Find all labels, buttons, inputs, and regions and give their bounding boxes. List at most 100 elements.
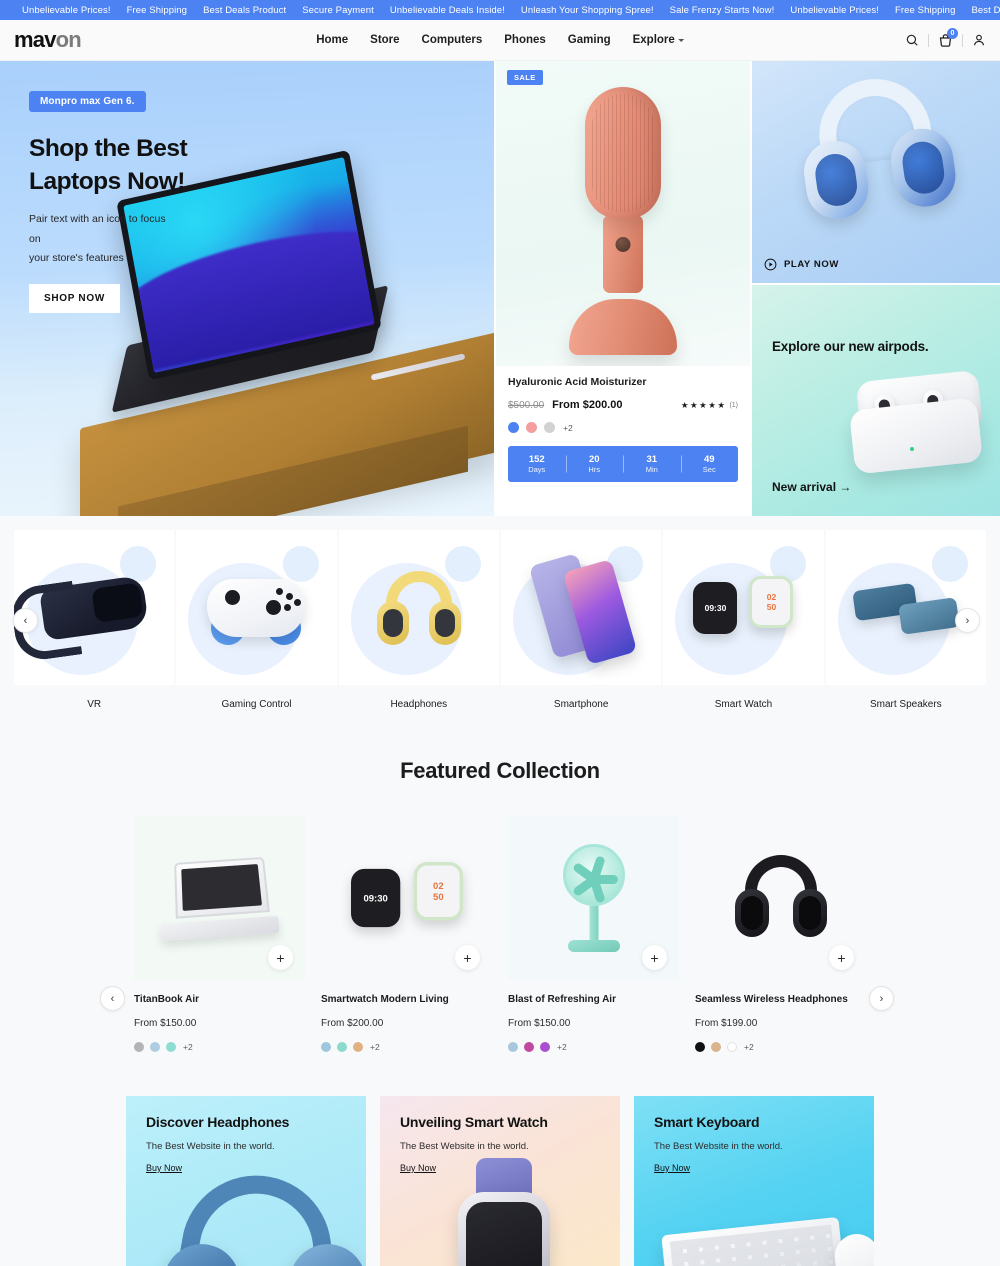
banner-title: Discover Headphones <box>146 1114 290 1130</box>
add-to-cart-button[interactable]: + <box>642 945 667 970</box>
category-prev-arrow[interactable]: ‹ <box>13 608 38 633</box>
product-card-smartwatch-modern-living[interactable]: 09:30 02 50 + Smartwatch Modern Living Fr… <box>321 815 492 1052</box>
countdown-days: 152 Days <box>508 454 566 475</box>
airpods-promo-card[interactable]: Explore our new airpods. New arrival → <box>752 285 1000 516</box>
watch-time: 09:30 <box>362 891 388 904</box>
hero-section: Monpro max Gen 6. Shop the Best Laptops … <box>0 61 1000 516</box>
banner-buy-now-link[interactable]: Buy Now <box>654 1163 690 1173</box>
swatch-more-count: +2 <box>744 1042 754 1052</box>
category-item-smartphone[interactable]: Smartphone <box>500 530 662 710</box>
headphones-illustration <box>786 68 967 239</box>
mic-base-shape <box>569 299 677 355</box>
color-swatch[interactable] <box>526 422 537 433</box>
microphone-illustration <box>563 87 683 355</box>
color-swatch[interactable] <box>540 1042 550 1052</box>
keyboard-shape <box>661 1216 845 1266</box>
countdown-days-label: Days <box>528 465 546 475</box>
product-card-blast-of-refreshing-air[interactable]: + Blast of Refreshing Air From $150.00 +… <box>508 815 679 1052</box>
announcement-message: Sale Frenzy Starts Now! <box>669 4 775 16</box>
cart-icon[interactable]: 0 <box>938 27 958 48</box>
color-swatch[interactable] <box>711 1042 721 1052</box>
color-swatch[interactable] <box>544 422 555 433</box>
countdown-seconds-label: Sec <box>702 465 716 475</box>
product-swatches: +2 <box>508 1042 679 1052</box>
shop-now-button[interactable]: SHOP NOW <box>29 284 120 314</box>
featured-collection-title: Featured Collection <box>400 758 600 783</box>
header-divider <box>928 33 929 47</box>
banner-smart-keyboard[interactable]: Smart Keyboard The Best Website in the w… <box>634 1096 874 1266</box>
color-swatch[interactable] <box>524 1042 534 1052</box>
countdown-hours-value: 20 <box>588 453 600 465</box>
laptop-icon <box>160 856 279 941</box>
nav-item-computers[interactable]: Computers <box>422 34 483 46</box>
watch-light: 02 50 <box>749 575 794 628</box>
search-icon[interactable] <box>905 33 919 47</box>
watch-body-shape <box>458 1192 550 1266</box>
hero-banner[interactable]: Monpro max Gen 6. Shop the Best Laptops … <box>0 61 494 516</box>
category-item-vr[interactable]: VR <box>14 530 175 710</box>
announcement-message: Best Deals Product <box>971 4 1000 16</box>
product-price: From $150.00 <box>508 1018 571 1029</box>
banner-subtitle: The Best Website in the world. <box>146 1141 275 1152</box>
color-swatch[interactable] <box>150 1042 160 1052</box>
color-swatch[interactable] <box>337 1042 347 1052</box>
category-thumbnail <box>176 530 337 685</box>
category-next-arrow[interactable]: › <box>955 608 980 633</box>
countdown-hours-label: Hrs <box>588 465 601 475</box>
product-price: From $150.00 <box>134 1018 197 1029</box>
play-now-button[interactable]: PLAY NOW <box>764 258 839 271</box>
user-icon[interactable] <box>972 33 986 47</box>
color-swatch[interactable] <box>727 1042 737 1052</box>
product-image: SALE <box>496 61 750 366</box>
color-swatch[interactable] <box>508 422 519 433</box>
star-icon: ★ <box>689 399 698 410</box>
add-to-cart-button[interactable]: + <box>268 945 293 970</box>
announcement-message: Free Shipping <box>126 4 188 16</box>
color-swatch[interactable] <box>508 1042 518 1052</box>
nav-item-home[interactable]: Home <box>316 34 348 46</box>
featured-product-card[interactable]: SALE Hyaluronic Acid Moisturizer $500.00… <box>496 61 750 516</box>
add-to-cart-button[interactable]: + <box>829 945 854 970</box>
headphones-icon <box>376 570 461 645</box>
color-swatch[interactable] <box>353 1042 363 1052</box>
nav-item-explore[interactable]: Explore <box>633 34 684 46</box>
new-arrival-link[interactable]: New arrival → <box>772 480 851 494</box>
fan-base-shape <box>567 939 620 952</box>
watch-dark: 09:30 <box>693 581 738 634</box>
product-card-seamless-wireless-headphones[interactable]: + Seamless Wireless Headphones From $199… <box>695 815 866 1052</box>
watch-dark: 09:30 <box>350 868 400 927</box>
featured-next-arrow[interactable]: › <box>869 986 894 1011</box>
color-swatch[interactable] <box>321 1042 331 1052</box>
countdown-minutes: 31 Min <box>623 454 681 475</box>
banner-discover-headphones[interactable]: Discover Headphones The Best Website in … <box>126 1096 366 1266</box>
category-item-gaming-control[interactable]: Gaming Control <box>176 530 337 710</box>
featured-prev-arrow[interactable]: ‹ <box>100 986 125 1011</box>
product-thumbnail: + <box>508 815 679 980</box>
add-to-cart-button[interactable]: + <box>455 945 480 970</box>
category-item-smart-watch[interactable]: 09:30 02 50 Smart Watch <box>663 530 824 710</box>
nav-item-phones[interactable]: Phones <box>504 34 546 46</box>
banner-buy-now-link[interactable]: Buy Now <box>400 1163 436 1173</box>
hero-right-column: PLAY NOW Explore our new airpods. New ar… <box>752 61 1000 516</box>
countdown-seconds: 49 Sec <box>681 454 739 475</box>
color-swatch[interactable] <box>134 1042 144 1052</box>
banner-buy-now-link[interactable]: Buy Now <box>146 1163 182 1173</box>
category-item-headphones[interactable]: Headphones <box>338 530 499 710</box>
product-card-titanbook-air[interactable]: + TitanBook Air From $150.00 +2 <box>134 815 305 1052</box>
site-header: mavon Home Store Computers Phones Gaming… <box>0 20 1000 61</box>
gamepad-stick-right <box>266 599 282 615</box>
hero-title-line1: Shop the Best <box>29 135 188 162</box>
site-logo[interactable]: mavon <box>14 29 82 51</box>
watch-time: 02 50 <box>766 591 777 612</box>
nav-item-explore-label: Explore <box>632 34 675 46</box>
category-label: Headphones <box>390 699 448 710</box>
product-swatches: +2 <box>321 1042 492 1052</box>
speaker-icon <box>852 577 960 639</box>
banner-unveiling-smart-watch[interactable]: Unveiling Smart Watch The Best Website i… <box>380 1096 620 1266</box>
category-thumbnail <box>338 530 499 685</box>
color-swatch[interactable] <box>695 1042 705 1052</box>
nav-item-gaming[interactable]: Gaming <box>568 34 611 46</box>
nav-item-store[interactable]: Store <box>370 34 399 46</box>
color-swatch[interactable] <box>166 1042 176 1052</box>
headphones-promo-card[interactable]: PLAY NOW <box>752 61 1000 283</box>
